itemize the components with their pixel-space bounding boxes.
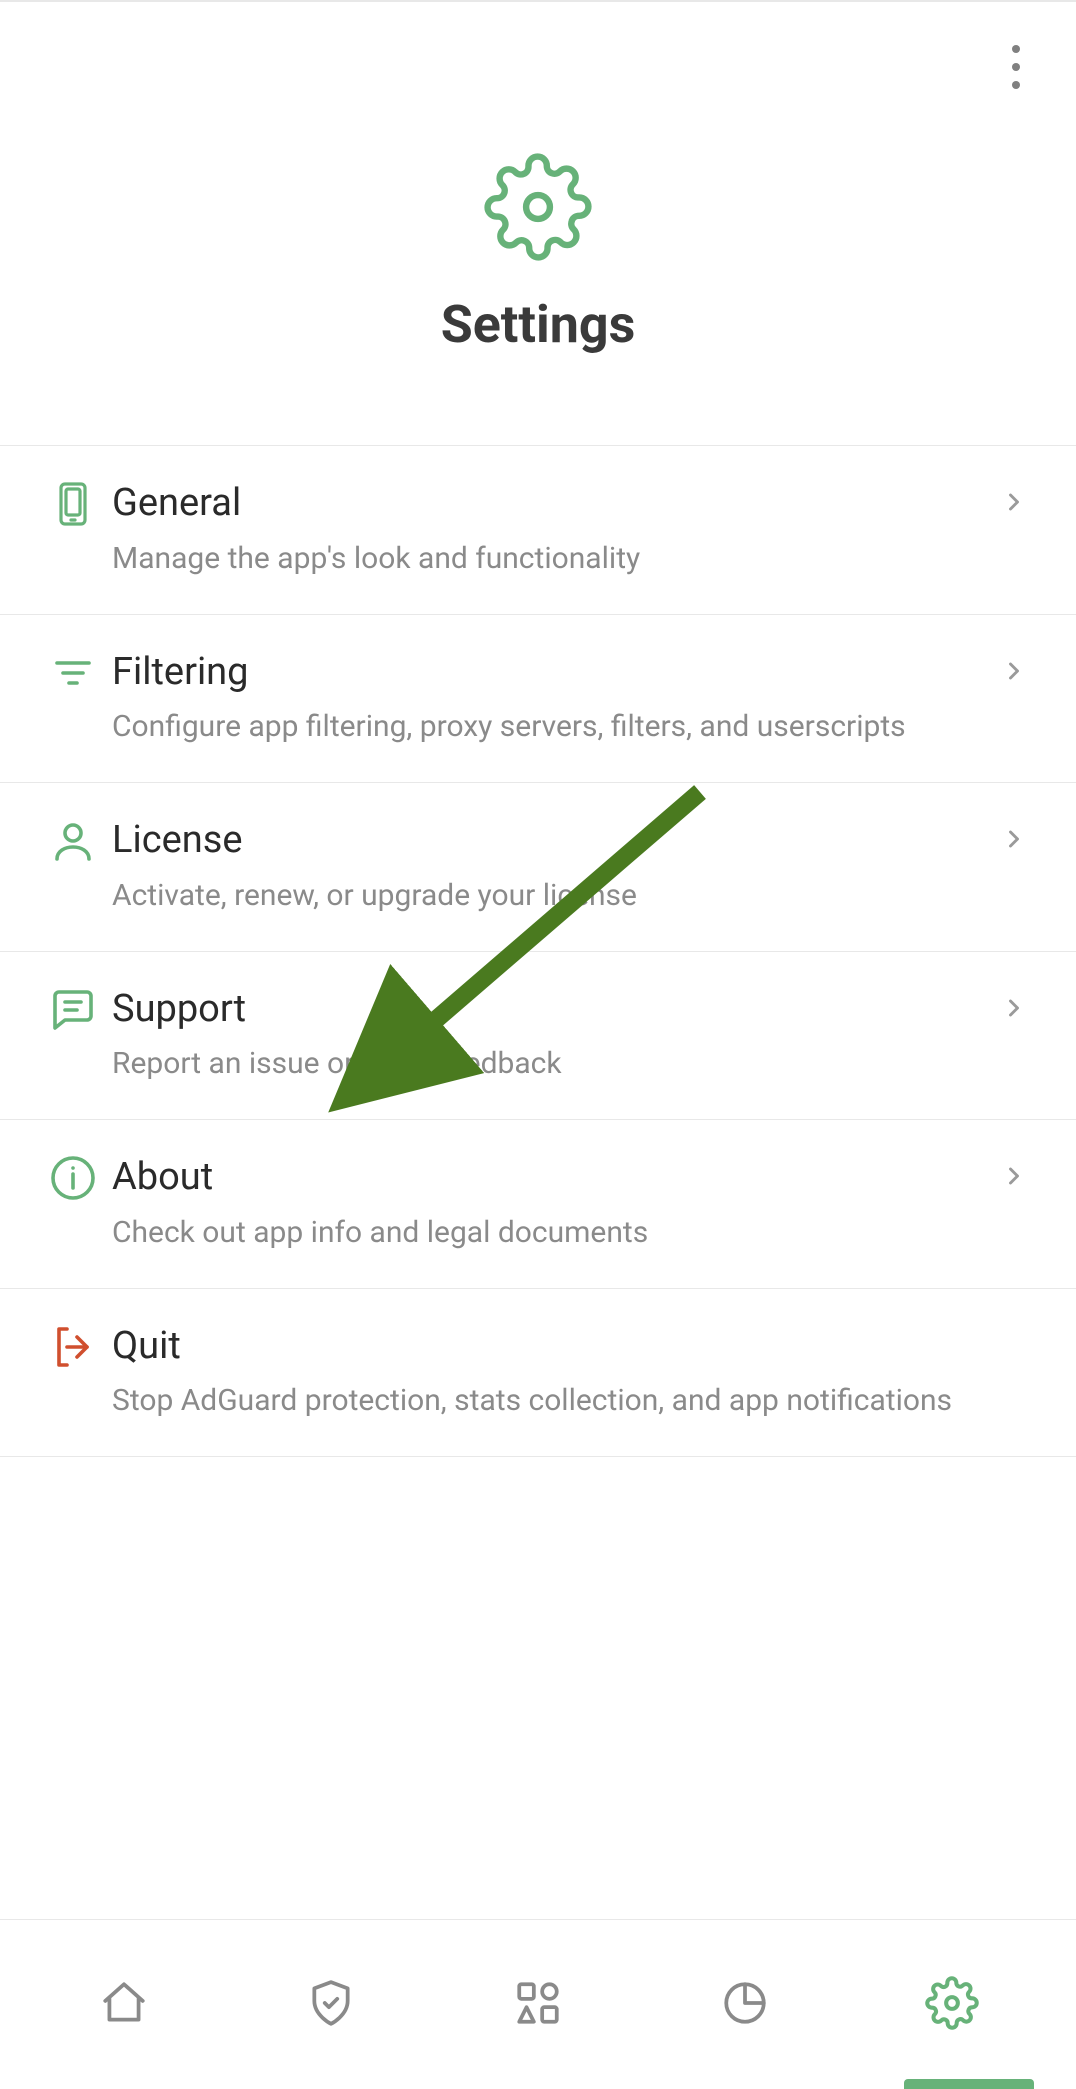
shield-icon — [306, 1978, 356, 2032]
settings-item-filtering[interactable]: Filtering Configure app filtering, proxy… — [0, 614, 1076, 783]
item-subtitle: Configure app filtering, proxy servers, … — [112, 706, 996, 748]
exit-icon — [49, 1323, 97, 1375]
chevron-right-icon — [996, 1154, 1032, 1190]
shapes-icon — [513, 1978, 563, 2032]
device-icon — [49, 480, 97, 532]
nav-home[interactable] — [84, 1965, 164, 2045]
item-title: Quit — [112, 1323, 996, 1371]
gear-icon — [925, 1976, 979, 2034]
user-icon — [49, 817, 97, 869]
page-title: Settings — [441, 294, 636, 355]
chevron-right-icon — [996, 480, 1032, 516]
chart-icon — [720, 1978, 770, 2032]
chevron-right-icon — [996, 817, 1032, 853]
more-icon[interactable] — [1012, 45, 1020, 89]
settings-item-general[interactable]: General Manage the app's look and functi… — [0, 445, 1076, 614]
nav-settings[interactable] — [912, 1965, 992, 2045]
info-icon — [49, 1154, 97, 1206]
settings-item-quit[interactable]: Quit Stop AdGuard protection, stats coll… — [0, 1288, 1076, 1458]
item-subtitle: Stop AdGuard protection, stats collectio… — [112, 1380, 996, 1422]
nav-active-indicator — [904, 2079, 1034, 2089]
settings-item-license[interactable]: License Activate, renew, or upgrade your… — [0, 782, 1076, 951]
filter-icon — [49, 649, 97, 701]
nav-stats[interactable] — [705, 1965, 785, 2045]
item-title: Filtering — [112, 649, 996, 697]
chevron-right-icon — [996, 986, 1032, 1022]
settings-item-about[interactable]: About Check out app info and legal docum… — [0, 1119, 1076, 1288]
item-title: License — [112, 817, 996, 865]
settings-item-support[interactable]: Support Report an issue or leave feedbac… — [0, 951, 1076, 1120]
chevron-right-icon — [996, 649, 1032, 685]
gear-icon — [483, 152, 593, 266]
nav-apps[interactable] — [498, 1965, 578, 2045]
item-title: Support — [112, 986, 996, 1034]
content: Settings General Manage the app's look a… — [0, 2, 1076, 1919]
item-subtitle: Manage the app's look and functionality — [112, 538, 996, 580]
settings-screen: Settings General Manage the app's look a… — [0, 0, 1076, 2089]
home-icon — [99, 1978, 149, 2032]
item-subtitle: Activate, renew, or upgrade your license — [112, 875, 996, 917]
item-title: General — [112, 480, 996, 528]
bottom-nav — [0, 1919, 1076, 2089]
top-bar — [0, 2, 1076, 132]
hero: Settings — [0, 132, 1076, 445]
settings-list: General Manage the app's look and functi… — [0, 445, 1076, 1457]
item-title: About — [112, 1154, 996, 1202]
chat-icon — [49, 986, 97, 1038]
item-subtitle: Report an issue or leave feedback — [112, 1043, 996, 1085]
nav-protection[interactable] — [291, 1965, 371, 2045]
item-subtitle: Check out app info and legal documents — [112, 1212, 996, 1254]
